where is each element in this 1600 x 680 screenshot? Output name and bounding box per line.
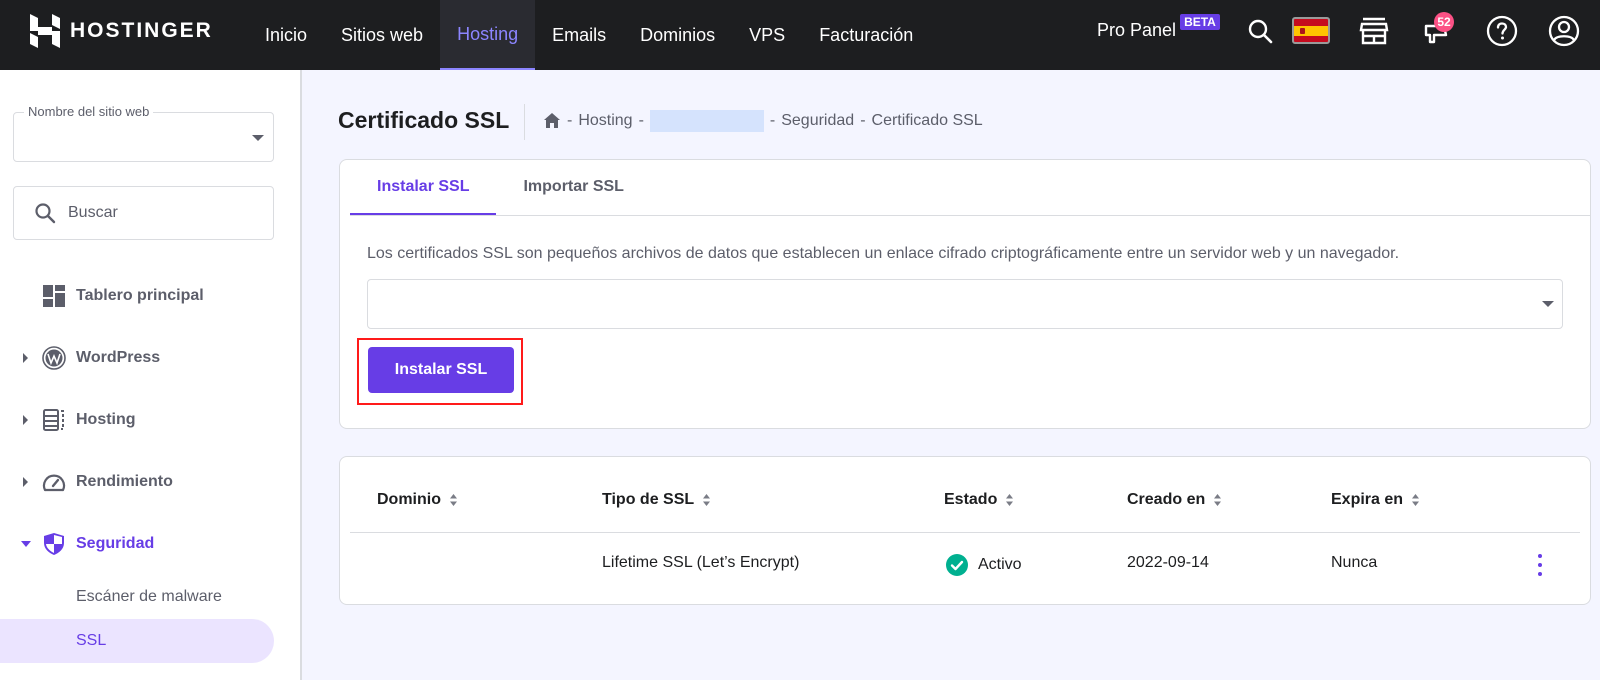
sidebar-item-label: Hosting (76, 411, 136, 428)
website-name-select[interactable]: Nombre del sitio web (13, 104, 274, 162)
sidebar-subitem-label: Escáner de malware (76, 588, 222, 605)
tabs-divider (350, 215, 1590, 216)
sort-icon (1006, 494, 1014, 506)
sidebar-item-label: Seguridad (76, 535, 155, 552)
sidebar-item-seguridad[interactable]: Seguridad (0, 524, 300, 564)
nav-inicio[interactable]: Inicio (248, 0, 324, 70)
header-divider (350, 532, 1580, 533)
tab-importar-ssl[interactable]: Importar SSL (496, 160, 650, 215)
ssl-certificates-table: Dominio Tipo de SSL Estado Creado en Exp… (339, 456, 1591, 605)
flag-crest (1300, 28, 1305, 34)
ssl-description: Los certificados SSL son pequeños archiv… (367, 245, 1400, 262)
nav-sitios-web[interactable]: Sitios web (324, 0, 440, 70)
shield-icon (42, 532, 66, 556)
nav-facturacion[interactable]: Facturación (802, 0, 930, 70)
nav-vps[interactable]: VPS (732, 0, 802, 70)
main-nav: Inicio Sitios web Hosting Emails Dominio… (248, 0, 930, 70)
sidebar-item-wordpress[interactable]: WordPress (0, 338, 300, 378)
sidebar-subitem-escaner-de-malware[interactable]: Escáner de malware (0, 575, 274, 619)
column-header-estado[interactable]: Estado (944, 491, 1014, 509)
sidebar-item-hosting[interactable]: Hosting (0, 400, 300, 440)
column-header-label: Estado (944, 491, 998, 508)
help-icon[interactable] (1484, 13, 1520, 49)
website-name-select-label: Nombre del sitio web (24, 104, 154, 119)
status-label: Activo (978, 556, 1022, 573)
search-icon (35, 203, 56, 224)
breadcrumb-separator: - (638, 112, 644, 129)
spain-flag-icon[interactable] (1292, 17, 1330, 44)
cell-status: Activo (946, 554, 1022, 576)
nav-dominios[interactable]: Dominios (623, 0, 732, 70)
sidebar-item-rendimiento[interactable]: Rendimiento (0, 462, 300, 502)
sidebar-item-tablero-principal[interactable]: Tablero principal (0, 276, 300, 316)
column-header-label: Expira en (1331, 491, 1404, 508)
beta-badge: BETA (1180, 14, 1220, 30)
title-divider (524, 104, 525, 140)
domain-select[interactable] (367, 279, 1563, 329)
column-header-label: Dominio (377, 491, 441, 508)
column-header-expira-en[interactable]: Expira en (1331, 491, 1420, 509)
breadcrumb: - Hosting - - Seguridad - Certificado SS… (543, 110, 983, 132)
sidebar-search-input[interactable] (68, 204, 248, 222)
breadcrumb-hosting[interactable]: Hosting (578, 112, 632, 130)
hostinger-logo-icon (30, 14, 60, 48)
pro-panel-label: Pro Panel (1097, 20, 1177, 40)
home-icon[interactable] (543, 112, 561, 130)
chevron-down-icon (252, 135, 264, 141)
ssl-tabs: Instalar SSL Importar SSL (350, 160, 651, 215)
sort-icon (1412, 494, 1420, 506)
hostinger-logo[interactable]: HOSTINGER (30, 14, 213, 48)
breadcrumb-separator: - (860, 112, 866, 129)
breadcrumb-seguridad[interactable]: Seguridad (781, 112, 854, 130)
store-icon[interactable] (1356, 13, 1392, 49)
breadcrumb-separator: - (567, 112, 573, 129)
brand-name: HOSTINGER (70, 19, 213, 42)
install-ssl-button[interactable]: Instalar SSL (368, 347, 514, 393)
pro-panel-link[interactable]: Pro Panel BETA (1097, 14, 1220, 41)
account-icon[interactable] (1546, 13, 1582, 49)
chevron-right-icon (23, 415, 28, 425)
sort-icon (1214, 494, 1222, 506)
column-header-dominio[interactable]: Dominio (377, 491, 458, 509)
nav-emails[interactable]: Emails (535, 0, 623, 70)
sidebar-subitem-label: SSL (76, 632, 107, 649)
sort-icon (450, 494, 457, 506)
page-title: Certificado SSL (338, 107, 510, 133)
notifications-count-badge: 52 (1434, 12, 1454, 32)
search-icon[interactable] (1242, 13, 1278, 49)
chevron-down-icon (1542, 301, 1554, 307)
breadcrumb-current: Certificado SSL (871, 112, 983, 129)
column-header-label: Creado en (1127, 491, 1206, 508)
chevron-right-icon (23, 353, 28, 363)
top-navigation-bar: HOSTINGER Inicio Sitios web Hosting Emai… (0, 0, 1600, 70)
column-header-tipo-de-ssl[interactable]: Tipo de SSL (602, 491, 711, 509)
sidebar-item-label: Rendimiento (76, 473, 173, 490)
cell-ssl-type: Lifetime SSL (Let’s Encrypt) (602, 554, 800, 571)
sort-icon (703, 494, 711, 506)
nav-hosting[interactable]: Hosting (440, 0, 536, 70)
cell-expires: Nunca (1331, 554, 1378, 571)
wordpress-icon (42, 346, 66, 370)
server-icon (42, 408, 66, 432)
dashboard-icon (42, 284, 66, 308)
column-header-label: Tipo de SSL (602, 491, 695, 508)
install-ssl-card: Instalar SSL Importar SSL Los certificad… (339, 159, 1591, 429)
check-circle-icon (946, 554, 968, 576)
more-actions-icon[interactable] (1532, 552, 1548, 578)
sidebar-search[interactable] (13, 186, 274, 240)
sidebar-item-label: WordPress (76, 349, 161, 366)
cell-created: 2022-09-14 (1127, 554, 1209, 571)
chevron-right-icon (23, 477, 28, 487)
sidebar-subitem-ssl[interactable]: SSL (0, 619, 274, 663)
sidebar: Nombre del sitio web Tablero principal W… (0, 70, 302, 680)
sidebar-item-label: Tablero principal (76, 287, 204, 304)
tab-instalar-ssl[interactable]: Instalar SSL (350, 160, 497, 215)
column-header-creado-en[interactable]: Creado en (1127, 491, 1222, 509)
breadcrumb-separator: - (769, 112, 776, 129)
breadcrumb-website-redacted[interactable] (649, 110, 764, 132)
chevron-down-icon (21, 541, 31, 547)
speedometer-icon (42, 470, 66, 494)
